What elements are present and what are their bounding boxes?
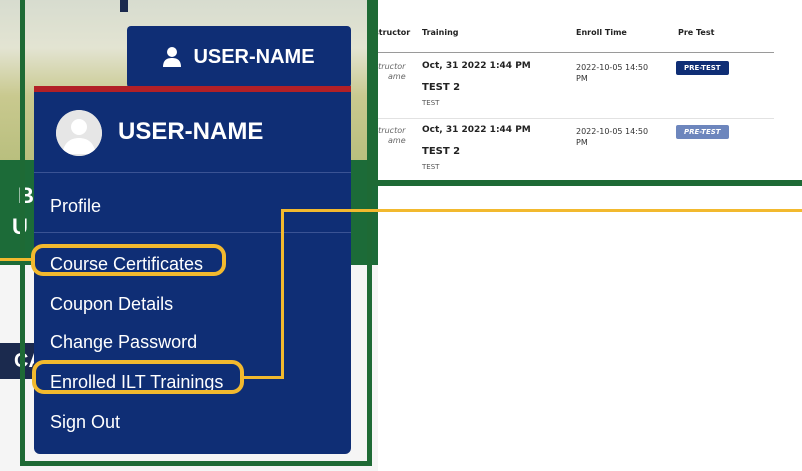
menu-item-sign-out[interactable]: Sign Out [50,412,120,433]
highlight-connector-line [281,209,284,379]
menu-divider [34,232,351,233]
enroll-time: PM [576,138,588,147]
highlight-frame-bottom [372,180,802,186]
training-name: TEST 2 [422,146,461,157]
user-icon [163,47,182,67]
instructor-cell: ame [388,136,406,145]
column-header-instructor: structor [374,28,411,37]
column-header-pre-test: Pre Test [678,28,715,37]
user-menu-button[interactable]: USER-NAME [127,26,351,88]
highlight-enrolled-ilt-trainings [32,360,244,394]
highlight-connector-line [0,258,32,261]
instructor-cell: structor [374,62,406,71]
enrolled-trainings-table: structor Training Enroll Time Pre Test s… [374,0,802,180]
column-header-training: Training [422,28,459,37]
frame-connector [120,0,128,12]
column-header-enroll-time: Enroll Time [576,28,627,37]
instructor-cell: structor [374,126,406,135]
pre-test-button[interactable]: PRE-TEST [676,61,729,75]
enroll-time: PM [576,74,588,83]
training-subtitle: TEST [422,163,440,171]
training-name: TEST 2 [422,82,461,93]
menu-divider [34,172,351,173]
pre-test-button[interactable]: PRE-TEST [676,125,729,139]
row-divider [378,118,774,119]
highlight-connector-line [244,376,284,379]
instructor-cell: ame [388,72,406,81]
highlight-course-certificates [31,244,226,276]
enroll-time: 2022-10-05 14:50 [576,127,649,136]
highlight-connector-line [281,209,802,212]
training-date: Oct, 31 2022 1:44 PM [422,61,531,71]
dropdown-username: USER-NAME [118,118,264,145]
highlight-frame-divider [372,0,378,186]
avatar-icon [56,110,102,156]
menu-item-profile[interactable]: Profile [50,196,101,217]
menu-item-change-password[interactable]: Change Password [50,332,197,353]
training-date: Oct, 31 2022 1:44 PM [422,125,531,135]
header-divider [378,52,774,53]
user-menu-label: USER-NAME [193,45,315,68]
menu-item-coupon-details[interactable]: Coupon Details [50,294,173,315]
avatar [56,110,102,156]
training-subtitle: TEST [422,99,440,107]
enroll-time: 2022-10-05 14:50 [576,63,649,72]
